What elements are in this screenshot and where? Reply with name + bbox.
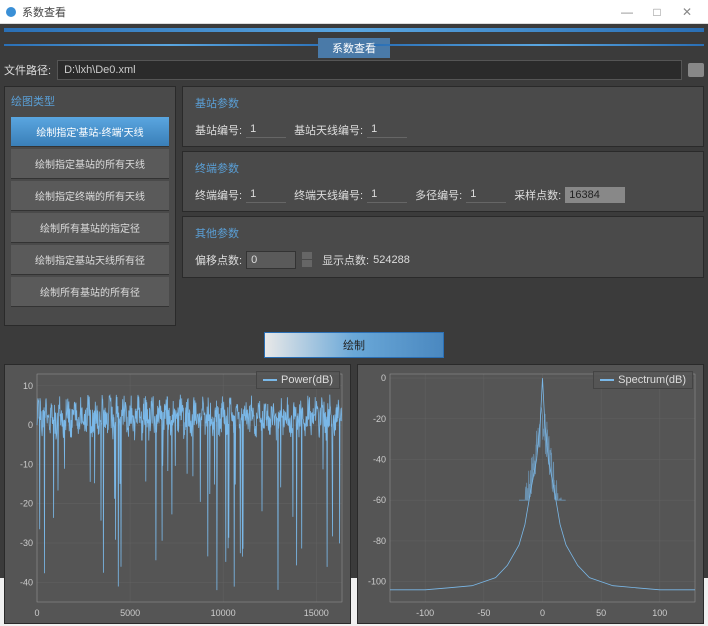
sidebar-item-2[interactable]: 绘制指定终端的所有天线	[11, 181, 169, 211]
svg-text:10: 10	[23, 381, 33, 391]
field-label: 终端天线编号:	[294, 187, 363, 203]
sidebar: 绘图类型 绘制指定'基站-终端'天线绘制指定基站的所有天线绘制指定终端的所有天线…	[4, 86, 176, 326]
svg-text:-100: -100	[416, 608, 434, 618]
svg-text:-50: -50	[477, 608, 490, 618]
svg-text:-100: -100	[368, 577, 386, 587]
svg-text:0: 0	[28, 420, 33, 430]
spinner-buttons[interactable]	[302, 252, 312, 268]
mid-section: 绘图类型 绘制指定'基站-终端'天线绘制指定基站的所有天线绘制指定终端的所有天线…	[4, 86, 704, 326]
select[interactable]: 1	[246, 186, 286, 203]
field-label: 基站天线编号:	[294, 122, 363, 138]
field: 基站天线编号:1	[294, 121, 405, 138]
window-titlebar: 系数查看 — □ ✕	[0, 0, 708, 24]
select[interactable]: 1	[367, 121, 407, 138]
sidebar-item-1[interactable]: 绘制指定基站的所有天线	[11, 149, 169, 179]
svg-text:-30: -30	[20, 538, 33, 548]
number-input[interactable]	[246, 251, 296, 269]
field: 多径编号:1	[415, 186, 504, 203]
svg-text:-40: -40	[373, 455, 386, 465]
window-title: 系数查看	[22, 4, 612, 20]
charts-area: 050001000015000-40-30-20-10010 Power(dB)…	[4, 364, 704, 624]
field: 基站编号:1	[195, 121, 284, 138]
minimize-button[interactable]: —	[612, 5, 642, 19]
svg-text:-10: -10	[20, 459, 33, 469]
filepath-label: 文件路径:	[4, 62, 51, 78]
legend-spectrum: Spectrum(dB)	[593, 371, 693, 389]
svg-text:-20: -20	[20, 499, 33, 509]
legend-power: Power(dB)	[256, 371, 340, 389]
group-title: 其他参数	[195, 225, 691, 241]
field: 终端编号:1	[195, 186, 284, 203]
sidebar-header: 绘图类型	[11, 93, 169, 109]
field: 偏移点数:	[195, 251, 312, 269]
sidebar-item-4[interactable]: 绘制指定基站天线所有径	[11, 245, 169, 275]
filepath-row: 文件路径:	[4, 60, 704, 80]
svg-text:-20: -20	[373, 414, 386, 424]
app-icon	[6, 7, 16, 17]
svg-text:0: 0	[540, 608, 545, 618]
app-body: 系数查看 文件路径: 绘图类型 绘制指定'基站-终端'天线绘制指定基站的所有天线…	[0, 24, 708, 578]
field-label: 多径编号:	[415, 187, 462, 203]
svg-text:-60: -60	[373, 495, 386, 505]
chart-spectrum: -100 -50 0 50 100 -100 -80 -60 -40 -20 0 Spectrum(…	[357, 364, 704, 624]
sidebar-item-5[interactable]: 绘制所有基站的所有径	[11, 277, 169, 307]
plot-button[interactable]: 绘制	[264, 332, 444, 358]
folder-icon[interactable]	[688, 63, 704, 77]
select[interactable]: 1	[466, 186, 506, 203]
svg-text:5000: 5000	[120, 608, 140, 618]
group-basestation: 基站参数 基站编号:1基站天线编号:1	[182, 86, 704, 147]
params-pane: 基站参数 基站编号:1基站天线编号:1 终端参数 终端编号:1终端天线编号:1多…	[182, 86, 704, 326]
maximize-button[interactable]: □	[642, 5, 672, 19]
sidebar-item-0[interactable]: 绘制指定'基站-终端'天线	[11, 117, 169, 147]
section-header: 系数查看	[4, 36, 704, 54]
field-label: 终端编号:	[195, 187, 242, 203]
svg-text:100: 100	[652, 608, 667, 618]
field-label: 偏移点数:	[195, 252, 242, 268]
field-label: 采样点数:	[514, 187, 561, 203]
group-title: 基站参数	[195, 95, 691, 111]
field-label: 显示点数:	[322, 252, 369, 268]
svg-text:50: 50	[596, 608, 606, 618]
group-terminal: 终端参数 终端编号:1终端天线编号:1多径编号:1采样点数:	[182, 151, 704, 212]
svg-text:0: 0	[34, 608, 39, 618]
chart-power: 0 5000 10000 15000 -40 -30 -20 -10 0 10 Power(dB)	[4, 364, 351, 624]
group-other: 其他参数 偏移点数: 显示点数: 524288	[182, 216, 704, 278]
select[interactable]: 1	[246, 121, 286, 138]
filepath-input[interactable]	[57, 60, 682, 80]
svg-text:0: 0	[381, 373, 386, 383]
field: 显示点数: 524288	[322, 252, 410, 268]
select[interactable]: 1	[367, 186, 407, 203]
sidebar-item-3[interactable]: 绘制所有基站的指定径	[11, 213, 169, 243]
svg-text:-80: -80	[373, 536, 386, 546]
field: 采样点数:	[514, 187, 625, 203]
svg-text:15000: 15000	[304, 608, 329, 618]
group-title: 终端参数	[195, 160, 691, 176]
section-badge: 系数查看	[318, 38, 390, 58]
static-value: 524288	[373, 254, 410, 266]
field: 终端天线编号:1	[294, 186, 405, 203]
close-button[interactable]: ✕	[672, 5, 702, 19]
readonly-input	[565, 187, 625, 203]
svg-text:10000: 10000	[211, 608, 236, 618]
svg-text:-40: -40	[20, 577, 33, 587]
accent-strip	[4, 28, 704, 32]
field-label: 基站编号:	[195, 122, 242, 138]
